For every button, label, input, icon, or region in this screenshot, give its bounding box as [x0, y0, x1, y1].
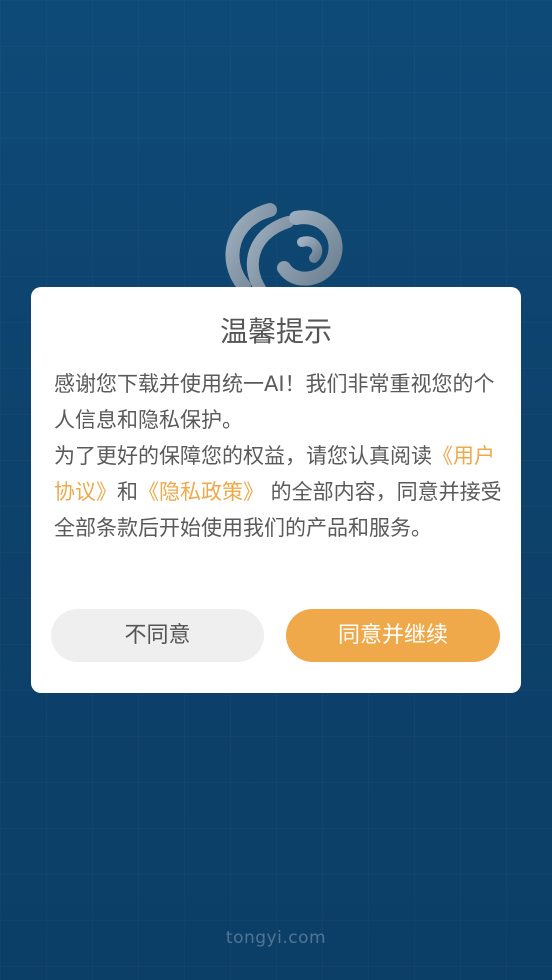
dialog-terms-text: 为了更好的保障您的权益，请您认真阅读《用户协议》和《隐私政策》 的全部内容，同意…: [54, 438, 504, 546]
dialog-body: 感谢您下载并使用统一AI！我们非常重视您的个人信息和隐私保护。 为了更好的保障您…: [54, 366, 504, 546]
privacy-dialog: 温馨提示 感谢您下载并使用统一AI！我们非常重视您的个人信息和隐私保护。 为了更…: [31, 287, 521, 693]
conjunction-text: 和: [117, 480, 138, 504]
disagree-button[interactable]: 不同意: [51, 609, 264, 662]
privacy-policy-link[interactable]: 《隐私政策》: [138, 480, 264, 504]
agree-continue-button[interactable]: 同意并继续: [286, 609, 500, 662]
dialog-title: 温馨提示: [219, 315, 332, 348]
dialog-intro-text: 感谢您下载并使用统一AI！我们非常重视您的个人信息和隐私保护。: [54, 372, 495, 432]
terms-prefix-text: 为了更好的保障您的权益，请您认真阅读: [54, 444, 432, 468]
